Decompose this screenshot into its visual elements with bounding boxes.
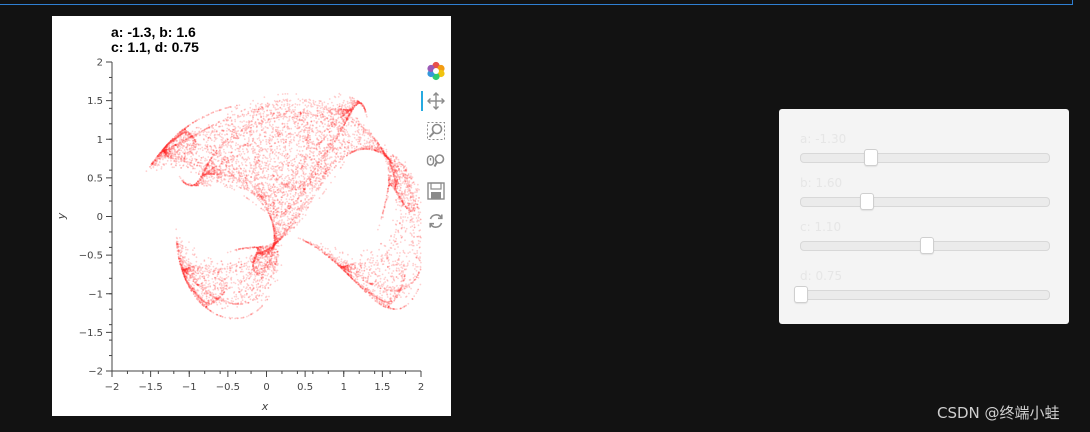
reset-tool[interactable] xyxy=(424,210,448,232)
top-border xyxy=(0,0,1073,5)
slider-c[interactable] xyxy=(800,237,1050,254)
y-tick-label: 1 xyxy=(97,135,103,146)
bokeh-logo-tool[interactable] xyxy=(424,60,448,82)
y-tick-label: −1.5 xyxy=(79,328,103,339)
y-tick-label: 0 xyxy=(97,212,103,223)
y-tick-label: −0.5 xyxy=(79,251,103,262)
pan-tool[interactable] xyxy=(421,90,448,112)
save-tool[interactable] xyxy=(424,180,448,202)
box-zoom-tool[interactable] xyxy=(424,120,448,142)
x-tick-label: 1.5 xyxy=(374,382,390,393)
slider-c-handle[interactable] xyxy=(920,237,935,254)
x-tick-label: −1 xyxy=(182,382,197,393)
y-tick-label: −1 xyxy=(88,289,103,300)
reset-icon xyxy=(429,214,443,228)
save-icon xyxy=(427,182,445,200)
wheel-zoom-icon xyxy=(426,154,445,167)
slider-a-handle[interactable] xyxy=(864,149,879,166)
slider-b-handle[interactable] xyxy=(860,193,875,210)
slider-d-label: d: 0.75 xyxy=(800,269,843,283)
scatter-points xyxy=(145,92,422,320)
axes: −2 −1.5 −1 −0.5 0 0.5 1 1.5 2 2 1.5 1 0.5 0 −0.5 −1 −1.5… xyxy=(79,58,424,394)
box-zoom-icon xyxy=(427,122,445,140)
plot-panel: a: -1.3, b: 1.6 c: 1.1, d: 0.75 −2 −1.5 −1… xyxy=(52,16,451,416)
x-tick-label: 0.5 xyxy=(297,382,313,393)
x-tick-label: 1 xyxy=(341,382,347,393)
x-tick-label: −2 xyxy=(105,382,120,393)
slider-b[interactable] xyxy=(800,193,1050,210)
scatter-point-group xyxy=(151,96,422,317)
slider-a-label: a: -1.30 xyxy=(800,132,847,146)
parameter-controls: a: -1.30 b: 1.60 c: 1.10 d: 0.75 xyxy=(779,109,1069,324)
x-tick-label: −1.5 xyxy=(138,382,162,393)
slider-b-label: b: 1.60 xyxy=(800,176,843,190)
y-tick-label: 1.5 xyxy=(87,96,103,107)
pan-icon xyxy=(427,92,445,110)
x-axis-label: x xyxy=(261,400,269,413)
y-axis-label: y xyxy=(55,212,68,220)
slider-c-label: c: 1.10 xyxy=(800,220,842,234)
wheel-zoom-tool[interactable] xyxy=(424,150,448,172)
y-tick-label: 2 xyxy=(97,58,103,69)
scatter-plot[interactable]: −2 −1.5 −1 −0.5 0 0.5 1 1.5 2 2 1.5 1 0.5 0 −0.5 −1 −1.5… xyxy=(52,16,451,416)
watermark: CSDN @终端小蛙 xyxy=(937,404,1060,422)
slider-a[interactable] xyxy=(800,149,1050,166)
x-tick-label: 2 xyxy=(418,382,424,393)
slider-d-handle[interactable] xyxy=(794,286,808,303)
bokeh-logo-icon xyxy=(427,61,445,81)
x-tick-label: −0.5 xyxy=(216,382,240,393)
x-tick-label: 0 xyxy=(263,382,269,393)
y-tick-label: 0.5 xyxy=(87,173,103,184)
y-tick-label: −2 xyxy=(88,367,103,378)
slider-d[interactable] xyxy=(794,286,1050,303)
